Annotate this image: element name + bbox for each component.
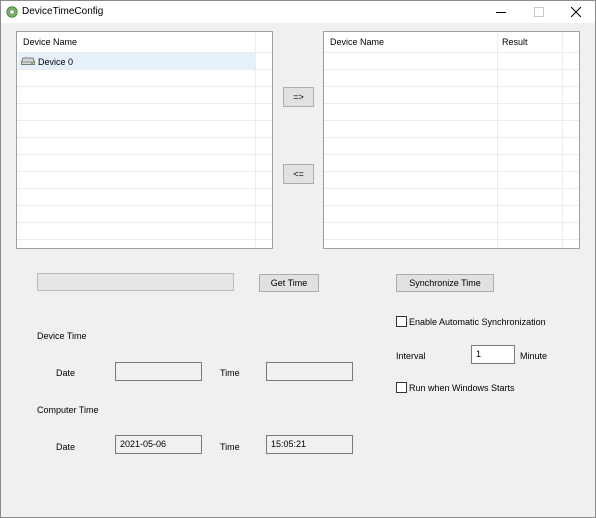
close-button[interactable] xyxy=(557,1,595,23)
device-time-config-window: DeviceTimeConfig Device Name Device 0 =>… xyxy=(0,0,596,518)
title-bar[interactable]: DeviceTimeConfig xyxy=(1,1,595,23)
maximize-button[interactable] xyxy=(520,1,558,23)
app-gear-icon xyxy=(6,6,18,18)
minute-label: Minute xyxy=(520,351,548,361)
enable-auto-sync-checkbox[interactable] xyxy=(396,316,407,327)
device-date-field xyxy=(115,362,202,381)
computer-time-label: Computer Time xyxy=(37,405,99,415)
selected-devices-list[interactable]: Device Name Result xyxy=(323,31,580,249)
available-devices-list[interactable]: Device Name Device 0 xyxy=(16,31,273,249)
right-list-header-device-name[interactable]: Device Name xyxy=(330,37,384,47)
computer-time-field: 15:05:21 xyxy=(266,435,353,454)
progress-bar xyxy=(37,273,234,291)
minimize-button[interactable] xyxy=(482,1,520,23)
remove-device-button[interactable]: <= xyxy=(283,164,314,184)
right-list-header-result[interactable]: Result xyxy=(502,37,528,47)
get-time-button[interactable]: Get Time xyxy=(259,274,319,292)
maximize-icon xyxy=(534,7,544,17)
left-list-header-device-name[interactable]: Device Name xyxy=(23,37,77,47)
device-time-field xyxy=(266,362,353,381)
interval-input[interactable]: 1 xyxy=(471,345,515,364)
computer-date-label: Date xyxy=(56,442,76,452)
window-title: DeviceTimeConfig xyxy=(22,6,104,17)
device-time-label: Device Time xyxy=(37,331,87,341)
computer-date-field: 2021-05-06 xyxy=(115,435,202,454)
drive-icon xyxy=(21,57,35,65)
device-time-field-label: Time xyxy=(220,368,240,378)
synchronize-time-button[interactable]: Synchronize Time xyxy=(396,274,494,292)
list-item-label: Device 0 xyxy=(38,57,74,67)
computer-time-field-label: Time xyxy=(220,442,240,452)
enable-auto-sync-label[interactable]: Enable Automatic Synchronization xyxy=(409,317,546,327)
interval-label: Interval xyxy=(396,351,426,361)
run-on-start-checkbox[interactable] xyxy=(396,382,407,393)
run-on-start-label[interactable]: Run when Windows Starts xyxy=(409,383,515,393)
add-device-button[interactable]: => xyxy=(283,87,314,107)
close-icon xyxy=(571,7,581,17)
device-date-label: Date xyxy=(56,368,76,378)
minimize-icon xyxy=(496,12,506,13)
